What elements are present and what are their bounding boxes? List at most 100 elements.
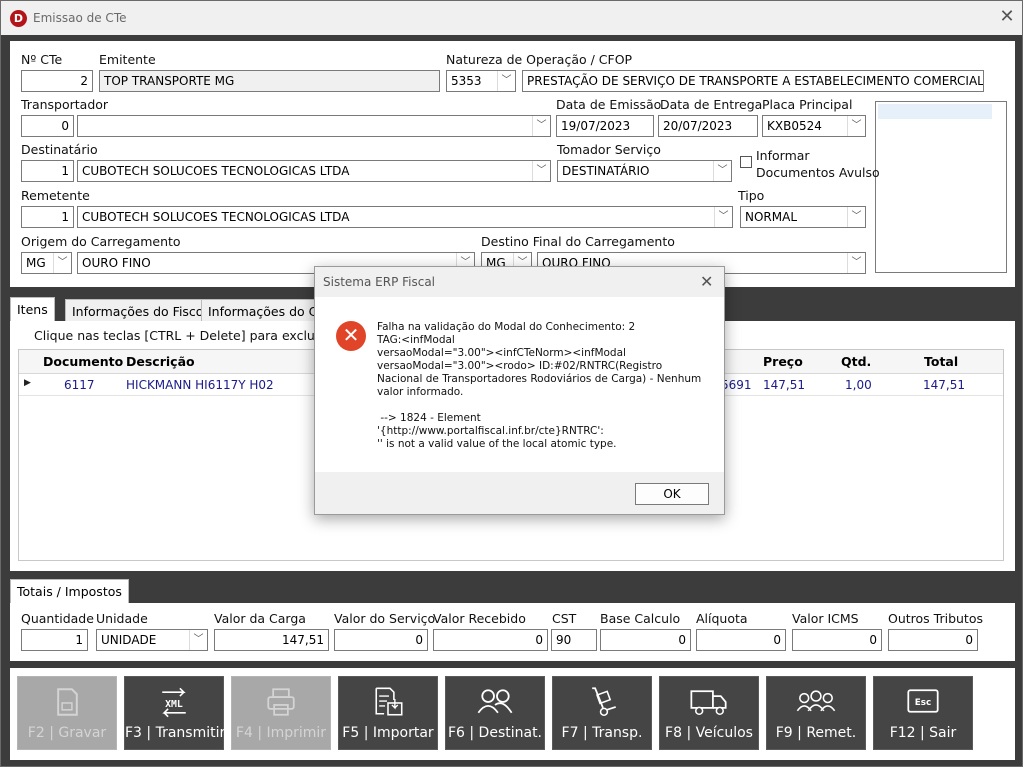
destino-label: Destino Final do Carregamento	[481, 234, 675, 249]
col-total[interactable]: Total	[924, 354, 958, 369]
valor-servico-label: Valor do Serviço	[334, 611, 436, 626]
valor-icms-field[interactable]: 0	[792, 629, 882, 651]
remetente-button[interactable]: F9 | Remet.	[766, 676, 866, 750]
valor-recebido-field[interactable]: 0	[433, 629, 548, 651]
valor-carga-field[interactable]: 147,51	[214, 629, 329, 651]
users-icon	[477, 689, 513, 714]
ok-button[interactable]: OK	[635, 483, 709, 505]
cell-preco[interactable]: 147,51	[763, 378, 805, 392]
chevron-down-icon[interactable]: ﹀	[532, 161, 550, 181]
remetente-button-label: F9 | Remet.	[775, 725, 857, 741]
dialog-message: Falha na validação do Modal do Conhecime…	[377, 321, 702, 450]
informar-label: Informar	[756, 148, 810, 163]
cst-field[interactable]: 90	[551, 629, 597, 651]
svg-text:Esc: Esc	[915, 698, 932, 708]
items-hint: Clique nas teclas [CTRL + Delete] para e…	[34, 328, 347, 343]
print-button-label: F4 | Imprimir	[235, 725, 327, 741]
col-descricao[interactable]: Descrição	[126, 354, 195, 369]
error-dialog: Sistema ERP Fiscal ✕ ✕ Falha na validaçã…	[314, 266, 725, 515]
destinatario-button[interactable]: F6 | Destinat.	[445, 676, 545, 750]
chevron-down-icon[interactable]: ﹀	[847, 207, 865, 227]
outros-tributos-label: Outros Tributos	[888, 611, 983, 626]
chevron-down-icon[interactable]: ﹀	[532, 116, 550, 136]
nro-cte-field[interactable]: 2	[21, 70, 93, 92]
cfop-select[interactable]: 5353 ﹀	[446, 70, 516, 92]
header-panel: Nº CTe 2 Emitente TOP TRANSPORTE MG Natu…	[10, 41, 1015, 287]
origem-uf-select[interactable]: MG ﹀	[21, 252, 72, 274]
data-entrega-label: Data de Entrega	[660, 97, 763, 112]
tipo-label: Tipo	[738, 188, 765, 203]
col-documento[interactable]: Documento	[43, 354, 123, 369]
valor-recebido-label: Valor Recebido	[433, 611, 526, 626]
emitente-field[interactable]: TOP TRANSPORTE MG	[99, 70, 440, 92]
transmit-button-label: F3 | Transmitir	[125, 725, 226, 741]
placa-label: Placa Principal	[762, 97, 853, 112]
base-calculo-field[interactable]: 0	[600, 629, 691, 651]
unidade-select[interactable]: UNIDADE ﹀	[96, 629, 208, 651]
app-logo-icon: D	[10, 10, 27, 27]
svg-text:XML: XML	[165, 699, 183, 710]
save-icon	[57, 688, 78, 716]
truck-icon	[690, 690, 727, 716]
notes-listbox[interactable]	[875, 101, 1007, 273]
quantidade-label: Quantidade	[21, 611, 94, 626]
totais-panel: Quantidade 1 Unidade UNIDADE ﹀ Valor da C…	[10, 603, 1015, 661]
destinatario-code-field[interactable]: 1	[21, 160, 74, 182]
chevron-down-icon[interactable]: ﹀	[847, 116, 865, 136]
quantidade-field[interactable]: 1	[21, 629, 88, 651]
exit-button-label: F12 | Sair	[889, 725, 957, 741]
import-button[interactable]: F5 | Importar	[338, 676, 438, 750]
close-icon[interactable]: ✕	[997, 7, 1017, 27]
natureza-label: Natureza de Operação / CFOP	[446, 52, 633, 67]
valor-carga-label: Valor da Carga	[214, 611, 306, 626]
xml-icon: XML	[162, 687, 186, 718]
col-qtd[interactable]: Qtd.	[841, 354, 871, 369]
cell-qtd[interactable]: 1,00	[845, 378, 872, 392]
informar-checkbox[interactable]	[740, 156, 752, 168]
tipo-select[interactable]: NORMAL ﹀	[740, 206, 866, 228]
exit-button[interactable]: Esc F12 | Sair	[873, 676, 973, 750]
veiculos-button[interactable]: F8 | Veículos	[659, 676, 759, 750]
cell-partial[interactable]: 5691	[721, 378, 752, 392]
tab-informacoes-c[interactable]: Informações do C	[201, 299, 325, 322]
chevron-down-icon[interactable]: ﹀	[847, 253, 865, 273]
chevron-down-icon[interactable]: ﹀	[189, 630, 207, 650]
outros-tributos-field[interactable]: 0	[888, 629, 978, 651]
unidade-label: Unidade	[96, 611, 148, 626]
destinatario-label: Destinatário	[21, 142, 98, 157]
tomador-select[interactable]: DESTINATÁRIO ﹀	[557, 160, 732, 182]
chevron-down-icon[interactable]: ﹀	[714, 207, 732, 227]
data-emissao-field[interactable]: 19/07/2023	[556, 115, 654, 137]
tab-totais[interactable]: Totais / Impostos	[10, 579, 129, 604]
col-preco[interactable]: Preço	[763, 354, 803, 369]
destinatario-select[interactable]: CUBOTECH SOLUCOES TECNOLOGICAS LTDA ﹀	[77, 160, 551, 182]
valor-icms-label: Valor ICMS	[792, 611, 859, 626]
remetente-label: Remetente	[21, 188, 90, 203]
transportador-button[interactable]: F7 | Transp.	[552, 676, 652, 750]
transportador-label: Transportador	[21, 97, 109, 112]
remetente-code-field[interactable]: 1	[21, 206, 74, 228]
row-indicator-icon: ▶	[24, 378, 31, 388]
print-button[interactable]: F4 | Imprimir	[231, 676, 331, 750]
aliquota-field[interactable]: 0	[696, 629, 786, 651]
transportador-code-field[interactable]: 0	[21, 115, 74, 137]
chevron-down-icon[interactable]: ﹀	[497, 71, 515, 91]
cell-documento[interactable]: 6117	[64, 378, 95, 392]
veiculos-button-label: F8 | Veículos	[665, 725, 753, 741]
data-entrega-field[interactable]: 20/07/2023	[658, 115, 758, 137]
chevron-down-icon[interactable]: ﹀	[713, 161, 731, 181]
tab-itens[interactable]: Itens	[10, 297, 55, 322]
dialog-close-icon[interactable]: ✕	[700, 272, 713, 291]
cell-total[interactable]: 147,51	[923, 378, 965, 392]
placa-select[interactable]: KXB0524 ﹀	[762, 115, 866, 137]
tab-informacoes-fisco[interactable]: Informações do Fisco	[65, 299, 211, 322]
cell-descricao[interactable]: HICKMANN HI6117Y H02	[126, 378, 274, 392]
natureza-field[interactable]: PRESTAÇÃO DE SERVIÇO DE TRANSPORTE A EST…	[522, 70, 984, 92]
listbox-selected-row[interactable]	[878, 104, 992, 119]
valor-servico-field[interactable]: 0	[334, 629, 428, 651]
transmit-button[interactable]: XML F3 | Transmitir	[124, 676, 226, 750]
chevron-down-icon[interactable]: ﹀	[53, 253, 71, 273]
remetente-select[interactable]: CUBOTECH SOLUCOES TECNOLOGICAS LTDA ﹀	[77, 206, 733, 228]
transportador-select[interactable]: ﹀	[77, 115, 551, 137]
save-button[interactable]: F2 | Gravar	[17, 676, 117, 750]
